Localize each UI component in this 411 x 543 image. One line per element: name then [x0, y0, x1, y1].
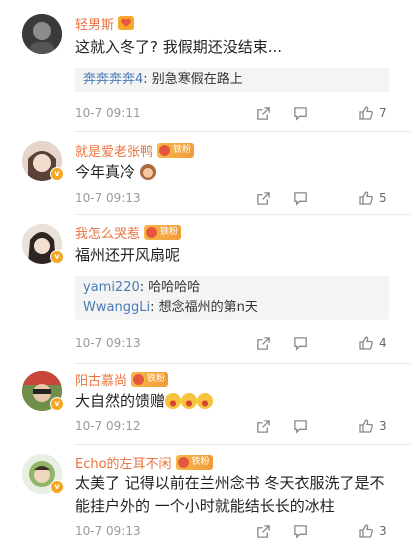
like-count: 4 — [379, 336, 387, 350]
reply-item[interactable]: 奔奔奔奔4: 别急寒假在路上 — [75, 68, 389, 90]
reply-item[interactable]: WwanggLi: 想念福州的第n天 — [75, 298, 389, 318]
share-button[interactable] — [251, 522, 275, 540]
reply-list[interactable]: yami220: 哈哈哈哈 WwanggLi: 想念福州的第n天 — [75, 276, 389, 320]
username[interactable]: Echo的左耳不闲 — [75, 453, 172, 472]
username[interactable]: 就是爱老张鸭 — [75, 141, 153, 160]
like-button[interactable]: 5 — [358, 190, 389, 206]
reply-text: 哈哈哈哈 — [148, 280, 201, 295]
verified-badge: v — [50, 397, 64, 411]
comment-text-content: 大自然的馈赠 — [75, 392, 166, 410]
comment-icon — [293, 106, 307, 121]
verified-badge: v — [50, 167, 64, 181]
fan-badge[interactable]: 铁粉 — [144, 224, 182, 240]
timestamp: 10-7 09:13 — [75, 191, 141, 205]
surprised-emoji-icon — [197, 393, 214, 409]
fan-badge[interactable]: 铁粉 — [157, 142, 195, 158]
comment-header: 阳古慕尚 铁粉 — [75, 369, 169, 389]
comment-text: 大自然的馈赠 — [75, 390, 389, 413]
like-button[interactable]: 3 — [358, 418, 389, 434]
comment-text: 今年真冷 — [75, 161, 389, 184]
username[interactable]: 我怎么哭惹 — [75, 223, 140, 242]
like-count: 3 — [379, 524, 387, 538]
comment-icon — [293, 524, 307, 539]
comment-actions: 3 — [251, 417, 389, 435]
divider — [75, 131, 411, 132]
reply-username[interactable]: yami220 — [83, 280, 140, 295]
verified-badge: v — [50, 250, 64, 264]
comment-actions: 4 — [251, 334, 389, 352]
comment-button[interactable] — [288, 189, 312, 207]
comment-actions: 5 — [251, 189, 389, 207]
comment-header: 轻男斯 — [75, 13, 135, 33]
share-icon — [256, 191, 270, 205]
comment-text: 太美了 记得以前在兰州念书 冬天衣服洗了是不能挂户外的 一个小时就能结长长的冰柱 — [75, 474, 385, 515]
thumbs-up-icon — [359, 524, 373, 538]
reply-list[interactable]: 奔奔奔奔4: 别急寒假在路上 — [75, 68, 389, 92]
reply-text: 想念福州的第n天 — [158, 300, 258, 315]
timestamp: 10-7 09:11 — [75, 106, 141, 120]
timestamp: 10-7 09:13 — [75, 336, 141, 350]
comment-header: 我怎么哭惹 铁粉 — [75, 222, 182, 242]
like-count: 5 — [379, 191, 387, 205]
like-button[interactable]: 4 — [358, 335, 389, 351]
reply-separator: : — [139, 280, 149, 295]
reply-separator: : — [150, 300, 159, 315]
username[interactable]: 轻男斯 — [75, 14, 114, 33]
share-icon — [256, 336, 270, 350]
comment-button[interactable] — [288, 334, 312, 352]
share-button[interactable] — [251, 189, 275, 207]
share-button[interactable] — [251, 104, 275, 122]
verified-badge: v — [50, 480, 64, 494]
reply-item[interactable]: yami220: 哈哈哈哈 — [75, 276, 389, 298]
like-button[interactable]: 7 — [358, 105, 389, 121]
thumbs-up-icon — [359, 419, 373, 433]
reply-text: 别急寒假在路上 — [151, 72, 243, 87]
surprised-emoji-icon — [165, 393, 182, 409]
reply-username[interactable]: WwanggLi — [83, 300, 150, 315]
comment-icon — [293, 336, 307, 351]
reply-separator: : — [143, 72, 152, 87]
timestamp: 10-7 09:13 — [75, 524, 141, 538]
comment-actions: 7 — [251, 104, 389, 122]
like-button[interactable]: 3 — [358, 523, 389, 539]
comment-icon — [293, 191, 307, 206]
reply-username[interactable]: 奔奔奔奔4 — [83, 72, 143, 87]
comment-actions: 3 — [251, 522, 389, 540]
share-button[interactable] — [251, 417, 275, 435]
comment-text: 福州还开风扇呢 — [75, 246, 181, 264]
share-icon — [256, 524, 270, 538]
share-icon — [256, 419, 270, 433]
thumbs-up-icon — [359, 191, 373, 205]
thumbs-up-icon — [359, 336, 373, 350]
divider — [75, 214, 411, 215]
vip-heart-icon — [118, 16, 135, 30]
monkey-emoji-icon — [139, 164, 156, 180]
comment-text-content: 今年真冷 — [75, 163, 136, 181]
comment-button[interactable] — [288, 417, 312, 435]
timestamp: 10-7 09:12 — [75, 419, 141, 433]
comment-header: 就是爱老张鸭 铁粉 — [75, 140, 195, 160]
avatar[interactable] — [22, 14, 62, 54]
thumbs-up-icon — [359, 106, 373, 120]
comment-text: 这就入冬了? 我假期还没结束... — [75, 38, 283, 56]
comment-button[interactable] — [288, 522, 312, 540]
divider — [75, 363, 411, 364]
like-count: 3 — [379, 419, 387, 433]
fan-badge[interactable]: 铁粉 — [131, 371, 169, 387]
username[interactable]: 阳古慕尚 — [75, 370, 127, 389]
fan-badge[interactable]: 铁粉 — [175, 454, 213, 470]
comment-icon — [293, 419, 307, 434]
comment-header: Echo的左耳不闲 铁粉 — [75, 452, 213, 472]
share-icon — [256, 106, 270, 120]
divider — [75, 444, 411, 445]
surprised-emoji-icon — [181, 393, 198, 409]
comment-button[interactable] — [288, 104, 312, 122]
share-button[interactable] — [251, 334, 275, 352]
like-count: 7 — [379, 106, 387, 120]
